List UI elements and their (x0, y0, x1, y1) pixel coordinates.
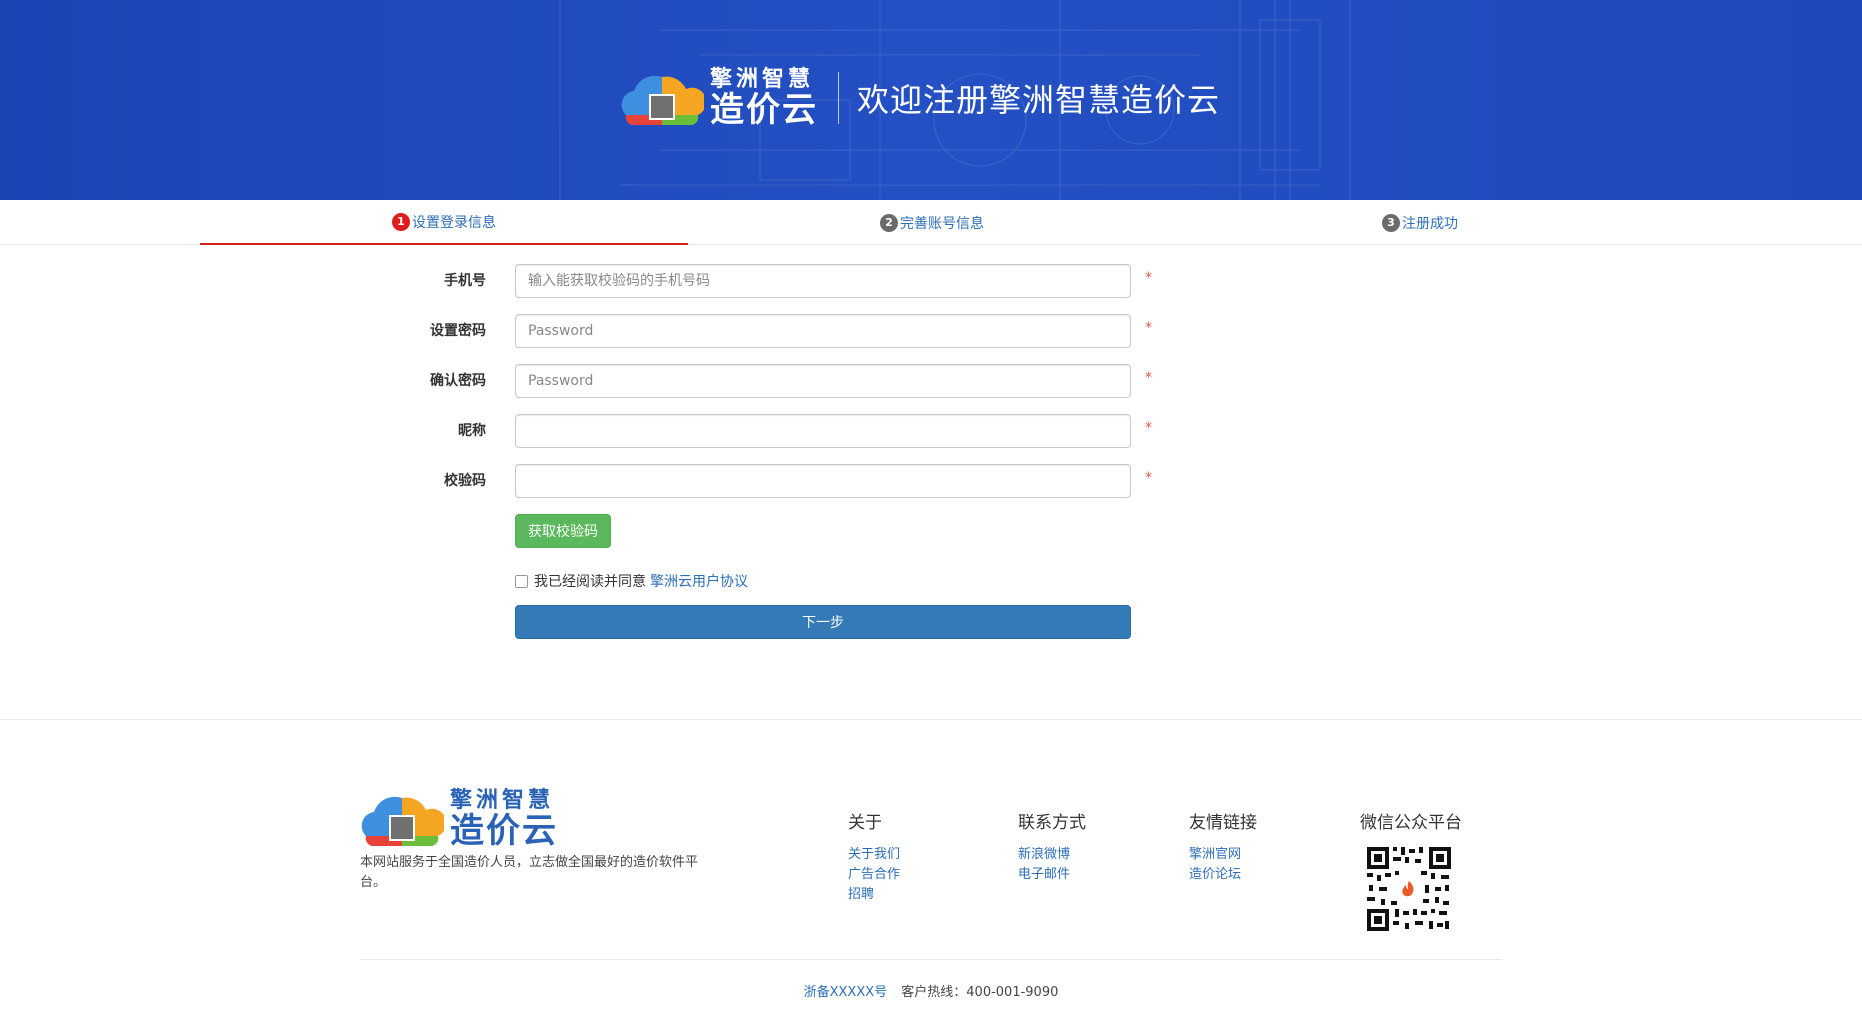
footer-column-contact: 联系方式 新浪微博 电子邮件 (1018, 808, 1086, 885)
footer-divider (0, 719, 1862, 720)
phone-label: 手机号 (444, 273, 486, 289)
password-label: 设置密码 (430, 323, 486, 339)
wechat-qr-code (1365, 845, 1453, 933)
footer-link-weibo[interactable]: 新浪微博 (1018, 845, 1086, 865)
phone-row: 手机号 * (380, 264, 1180, 298)
nickname-label: 昵称 (458, 423, 486, 439)
logo-line2: 造价云 (450, 811, 558, 851)
brand-divider (838, 72, 839, 124)
required-mark: * (1145, 420, 1152, 436)
logo-line2: 造价云 (710, 90, 818, 130)
step-number-badge: 1 (392, 212, 410, 231)
nickname-input[interactable] (515, 414, 1131, 448)
footer-logo[interactable]: 擎洲智慧 造价云 (360, 790, 558, 848)
header-banner: 擎洲智慧 造价云 欢迎注册擎洲智慧造价云 (0, 0, 1862, 200)
footer-column-title: 友情链接 (1189, 813, 1257, 833)
step-number-badge: 2 (880, 213, 898, 232)
footer-link-about-us[interactable]: 关于我们 (848, 845, 900, 865)
agreement-row: 我已经阅读并同意 擎洲云用户协议 (515, 570, 748, 592)
confirm-password-label: 确认密码 (430, 373, 486, 389)
footer-link-jobs[interactable]: 招聘 (848, 885, 900, 905)
footer-column-title: 微信公众平台 (1360, 813, 1462, 833)
footer-column-friend-links: 友情链接 擎洲官网 造价论坛 (1189, 808, 1257, 885)
footer-link-official-site[interactable]: 擎洲官网 (1189, 845, 1257, 865)
required-mark: * (1145, 320, 1152, 336)
step-complete-account-info[interactable]: 2 完善账号信息 (688, 200, 1176, 245)
required-mark: * (1145, 370, 1152, 386)
page-title: 欢迎注册擎洲智慧造价云 (857, 81, 1221, 119)
password-input[interactable] (515, 314, 1131, 348)
agree-checkbox[interactable] (515, 574, 528, 588)
confirm-password-row: 确认密码 * (380, 364, 1180, 398)
verification-code-input[interactable] (515, 464, 1131, 498)
verification-code-row: 校验码 * (380, 464, 1180, 498)
registration-steps: 1 设置登录信息 2 完善账号信息 3 注册成功 (0, 200, 1862, 245)
phone-input[interactable] (515, 264, 1131, 298)
get-verification-code-button[interactable]: 获取校验码 (515, 514, 611, 548)
agree-text: 我已经阅读并同意 (534, 574, 646, 590)
required-mark: * (1145, 470, 1152, 486)
customer-hotline: 客户热线：400-001-9090 (901, 985, 1059, 1000)
footer-bottom-divider (360, 959, 1502, 960)
footer-link-email[interactable]: 电子邮件 (1018, 865, 1086, 885)
step-label: 设置登录信息 (412, 214, 496, 231)
nickname-row: 昵称 * (380, 414, 1180, 448)
icp-record-link[interactable]: 浙备XXXXX号 (804, 985, 888, 1000)
step-registration-success[interactable]: 3 注册成功 (1176, 200, 1664, 245)
step-label: 注册成功 (1402, 215, 1458, 232)
footer-link-forum[interactable]: 造价论坛 (1189, 865, 1257, 885)
footer-column-title: 关于 (848, 813, 882, 833)
required-mark: * (1145, 270, 1152, 286)
logo-line1: 擎洲智慧 (450, 788, 555, 813)
step-set-login-info[interactable]: 1 设置登录信息 (200, 200, 688, 245)
footer-link-ad-cooperation[interactable]: 广告合作 (848, 865, 900, 885)
copyright-bar: 浙备XXXXX号 客户热线：400-001-9090 (0, 981, 1862, 1000)
footer-column-title: 联系方式 (1018, 813, 1086, 833)
verification-code-label: 校验码 (444, 473, 486, 489)
brand-header: 擎洲智慧 造价云 欢迎注册擎洲智慧造价云 (620, 66, 1220, 130)
cloud-logo-icon (361, 796, 444, 846)
user-agreement-link[interactable]: 擎洲云用户协议 (650, 571, 748, 591)
confirm-password-input[interactable] (515, 364, 1131, 398)
step-label: 完善账号信息 (900, 215, 984, 232)
step-number-badge: 3 (1382, 213, 1400, 232)
cloud-logo-icon (621, 75, 704, 125)
footer-column-about: 关于 关于我们 广告合作 招聘 (848, 808, 900, 905)
next-step-button[interactable]: 下一步 (515, 605, 1131, 639)
site-description: 本网站服务于全国造价人员，立志做全国最好的造价软件平台。 (360, 855, 699, 890)
logo-line1: 擎洲智慧 (710, 67, 815, 92)
password-row: 设置密码 * (380, 314, 1180, 348)
footer-column-wechat: 微信公众平台 (1360, 808, 1462, 845)
logo[interactable]: 擎洲智慧 造价云 (620, 69, 818, 127)
